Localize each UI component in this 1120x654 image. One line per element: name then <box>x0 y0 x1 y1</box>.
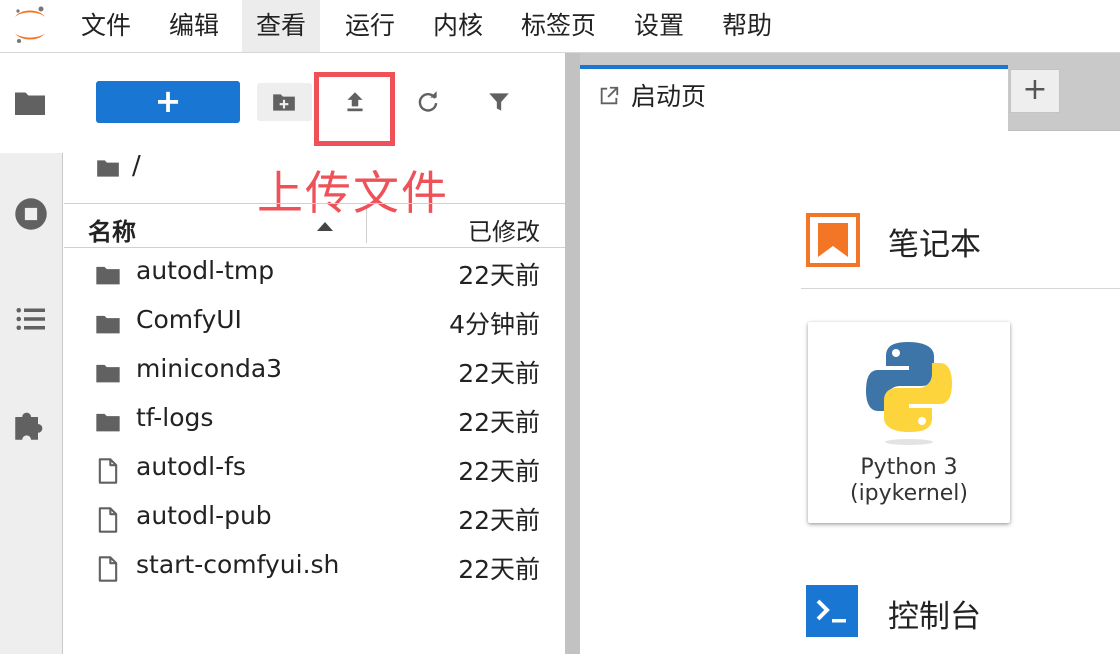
add-tab-button[interactable]: + <box>1010 69 1060 113</box>
file-icon <box>98 507 118 533</box>
table-row[interactable]: miniconda3 22天前 <box>64 348 565 397</box>
menu-help[interactable]: 帮助 <box>708 0 786 52</box>
menu-settings[interactable]: 设置 <box>620 0 698 52</box>
filter-icon <box>489 93 509 111</box>
table-row[interactable]: autodl-fs 22天前 <box>64 446 565 495</box>
file-modified: 22天前 <box>458 555 540 584</box>
puzzle-icon[interactable] <box>10 403 52 445</box>
table-row[interactable]: start-comfyui.sh 22天前 <box>64 544 565 593</box>
new-button-label: + <box>154 82 182 120</box>
folder-icon <box>15 92 45 115</box>
file-name: tf-logs <box>136 403 214 432</box>
main-area: 启动页 + 笔记本 Python 3 (ipykernel) 控制台 <box>580 53 1120 654</box>
column-modified-header[interactable]: 已修改 <box>468 212 540 247</box>
file-name: autodl-fs <box>136 452 246 481</box>
tab-bar: 启动页 + <box>580 53 1120 131</box>
file-name: autodl-tmp <box>136 256 275 285</box>
python3-kernel-card[interactable]: Python 3 (ipykernel) <box>808 322 1010 523</box>
section-divider <box>801 288 1120 289</box>
python-logo-icon <box>866 342 952 445</box>
menu-tabs[interactable]: 标签页 <box>507 0 610 52</box>
tab-label: 启动页 <box>631 82 707 111</box>
file-modified: 22天前 <box>458 261 540 290</box>
file-icon <box>98 458 118 484</box>
jupyter-logo-icon[interactable] <box>10 5 50 45</box>
file-modified: 22天前 <box>458 457 540 486</box>
menu-edit[interactable]: 编辑 <box>155 0 233 52</box>
list-icon[interactable] <box>10 298 52 340</box>
table-row[interactable]: tf-logs 22天前 <box>64 397 565 446</box>
console-section-header: 控制台 <box>806 585 1120 645</box>
folder-icon <box>96 315 120 334</box>
stop-circle-icon[interactable] <box>10 193 52 235</box>
file-name: miniconda3 <box>136 354 283 383</box>
menu-run[interactable]: 运行 <box>331 0 409 52</box>
menu-kernel[interactable]: 内核 <box>419 0 497 52</box>
file-modified: 22天前 <box>458 506 540 535</box>
file-modified: 4分钟前 <box>449 310 540 339</box>
folder-icon <box>96 364 120 383</box>
new-folder-button[interactable] <box>257 83 312 121</box>
file-browser-tab[interactable] <box>0 53 63 153</box>
folder-icon <box>96 413 120 432</box>
menu-view[interactable]: 查看 <box>242 0 321 52</box>
table-row[interactable]: autodl-pub 22天前 <box>64 495 565 544</box>
upload-highlight-box <box>314 72 395 146</box>
file-modified: 22天前 <box>458 359 540 388</box>
activity-bar <box>0 53 63 654</box>
kernel-subname: (ipykernel) <box>849 481 968 506</box>
folder-icon <box>97 160 119 177</box>
column-name-header[interactable]: 名称 <box>88 212 136 247</box>
new-launcher-button[interactable]: + <box>96 81 240 123</box>
breadcrumb-root[interactable]: / <box>132 151 141 181</box>
kernel-label: Python 3 (ipykernel) <box>808 455 1010 507</box>
notebook-icon <box>806 213 860 267</box>
notebook-section-title: 笔记本 <box>888 227 981 263</box>
file-icon <box>98 556 118 582</box>
file-name: start-comfyui.sh <box>136 550 340 579</box>
refresh-icon <box>418 91 438 112</box>
menu-file[interactable]: 文件 <box>67 0 145 52</box>
menu-bar: 文件 编辑 查看 运行 内核 标签页 设置 帮助 <box>0 0 1120 53</box>
file-browser: + 上传文件 / 名称 已修改 autodl-tmp 22天前 ComfyUI … <box>64 53 565 654</box>
file-modified: 22天前 <box>458 408 540 437</box>
file-list-header: 名称 已修改 <box>64 203 565 248</box>
refresh-button[interactable] <box>400 83 455 121</box>
tab-launcher[interactable]: 启动页 <box>580 65 1008 131</box>
filter-button[interactable] <box>472 83 527 121</box>
file-name: autodl-pub <box>136 501 272 530</box>
table-row[interactable]: autodl-tmp 22天前 <box>64 250 565 299</box>
notebook-section-header: 笔记本 <box>806 213 1120 293</box>
folder-icon <box>96 266 120 285</box>
kernel-name: Python 3 <box>860 455 958 480</box>
panel-splitter[interactable] <box>565 53 580 654</box>
console-icon <box>806 585 858 637</box>
launch-icon <box>600 86 619 105</box>
new-folder-icon <box>273 94 295 111</box>
table-row[interactable]: ComfyUI 4分钟前 <box>64 299 565 348</box>
column-divider[interactable] <box>366 209 367 243</box>
sort-ascending-icon <box>317 222 333 231</box>
file-name: ComfyUI <box>136 305 242 334</box>
console-section-title: 控制台 <box>888 599 981 635</box>
